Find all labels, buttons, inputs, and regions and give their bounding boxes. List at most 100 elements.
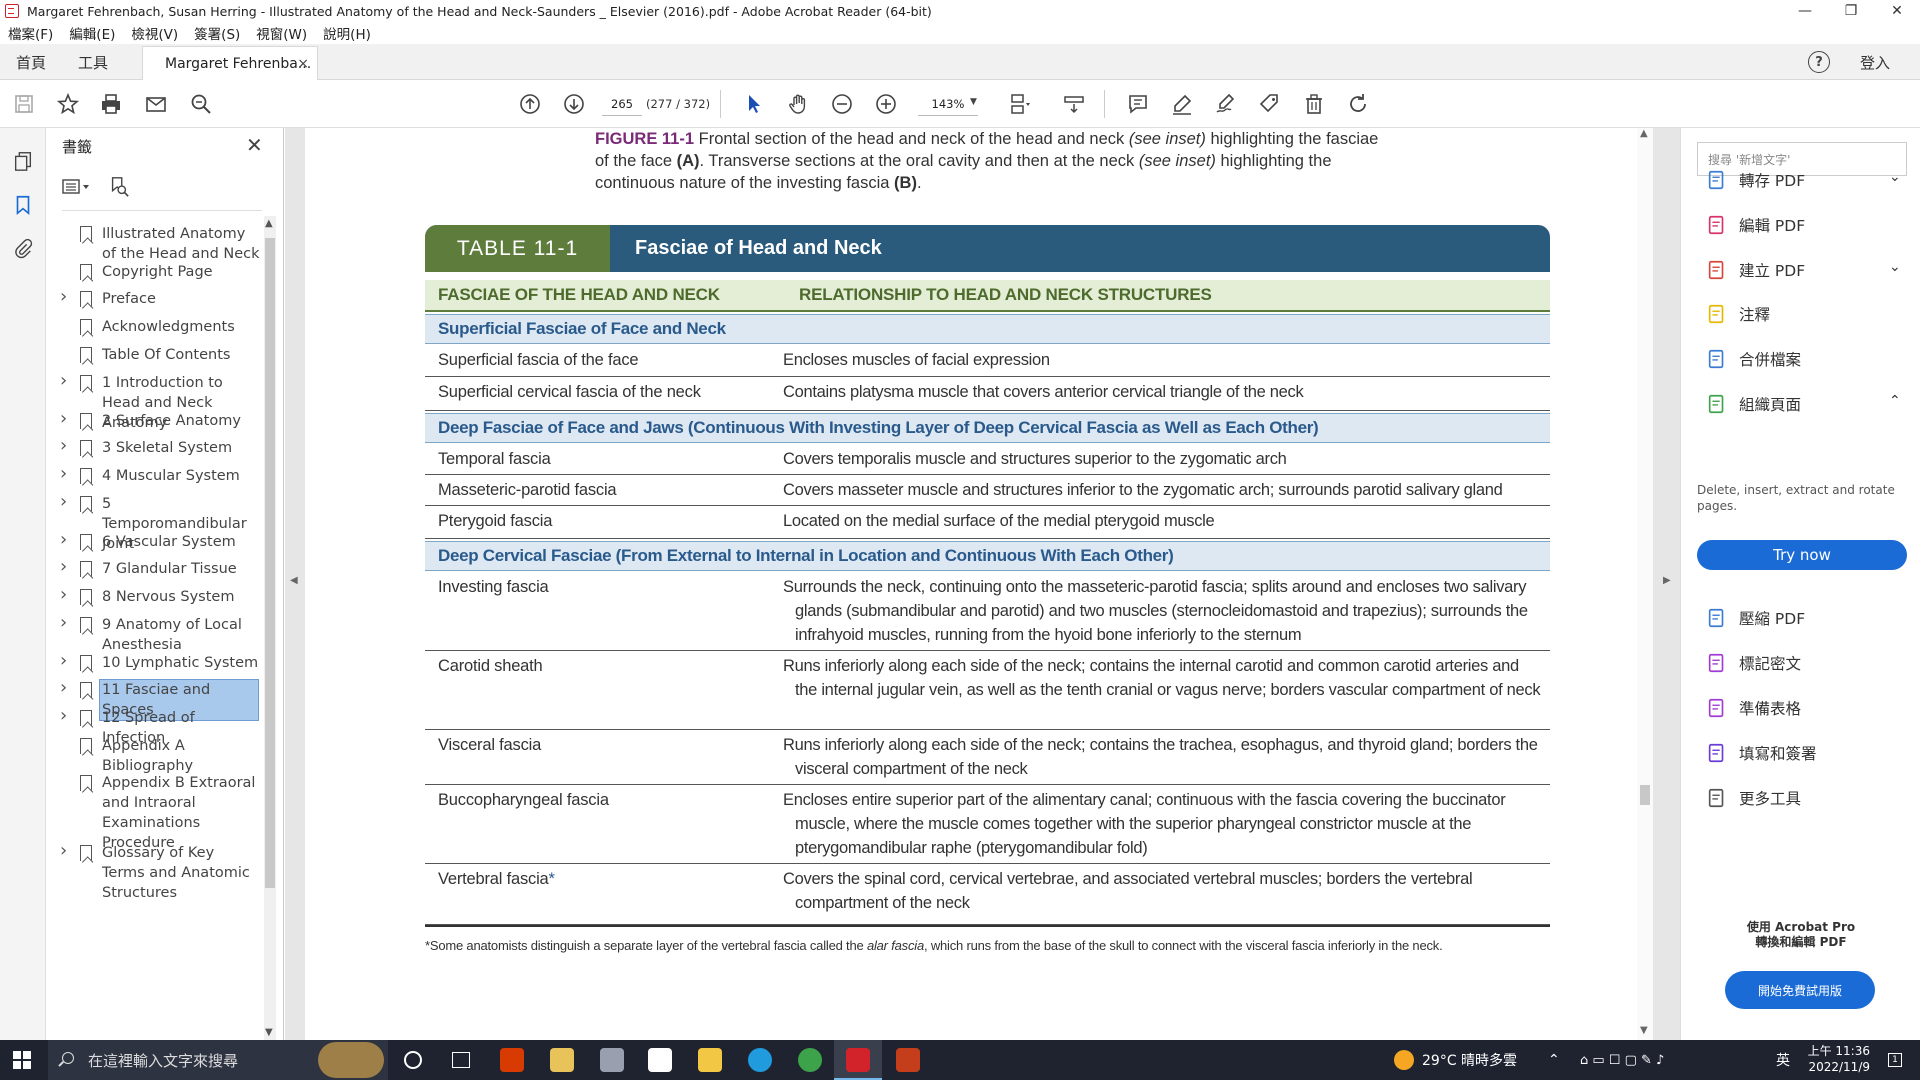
find-bookmark-icon[interactable] bbox=[108, 176, 130, 202]
tab-tools[interactable]: 工具 bbox=[78, 44, 108, 80]
tool-comment[interactable]: 注釋 bbox=[1705, 301, 1770, 327]
star-icon[interactable] bbox=[54, 90, 82, 118]
comment-icon[interactable] bbox=[1124, 90, 1152, 118]
page-number-input[interactable]: 265 bbox=[602, 92, 642, 116]
menu-help[interactable]: 說明(H) bbox=[323, 23, 371, 43]
chevron-right-icon[interactable]: › bbox=[60, 287, 70, 307]
rotate-icon[interactable] bbox=[1344, 90, 1372, 118]
menu-view[interactable]: 檢視(V) bbox=[131, 23, 178, 43]
bookmark-icon[interactable] bbox=[10, 192, 36, 218]
tab-home[interactable]: 首頁 bbox=[16, 44, 46, 80]
chevron-down-icon[interactable]: ⌄ bbox=[1889, 259, 1901, 275]
find-zoom-icon[interactable] bbox=[187, 90, 215, 118]
chevron-right-icon[interactable]: › bbox=[60, 613, 70, 633]
chevron-down-icon[interactable]: ▼ bbox=[970, 97, 977, 107]
menu-edit[interactable]: 編輯(E) bbox=[69, 23, 115, 43]
chevron-right-icon[interactable]: › bbox=[60, 585, 70, 605]
bookmark-options-icon[interactable] bbox=[62, 178, 92, 200]
tool-fill-sign[interactable]: 填寫和簽署 bbox=[1705, 740, 1817, 766]
acrobat-taskbar-icon[interactable] bbox=[846, 1048, 870, 1072]
tray-icons[interactable]: ⌂ ▭ ☐ ▢ ✎ ♪ bbox=[1580, 1040, 1664, 1080]
menu-window[interactable]: 視窗(W) bbox=[256, 23, 307, 43]
left-icon-rail bbox=[0, 128, 46, 1040]
close-panel-icon[interactable]: ✕ bbox=[246, 133, 263, 157]
chevron-up-icon[interactable]: ⌃ bbox=[1889, 393, 1901, 409]
hand-tool-icon[interactable] bbox=[784, 90, 812, 118]
collapse-left-panel-icon[interactable]: ◀ bbox=[290, 575, 298, 586]
next-page-icon[interactable] bbox=[560, 90, 588, 118]
collapse-right-panel-icon[interactable]: ▶ bbox=[1663, 575, 1671, 586]
files-app-icon[interactable] bbox=[550, 1048, 574, 1072]
tab-close-icon[interactable]: × bbox=[297, 56, 309, 72]
tool-create-pdf[interactable]: 建立 PDF bbox=[1705, 257, 1805, 283]
weather-widget[interactable]: 29°C 晴時多雲 bbox=[1394, 1040, 1517, 1080]
zoom-in-icon[interactable] bbox=[872, 90, 900, 118]
menu-file[interactable]: 檔案(F) bbox=[8, 23, 53, 43]
notification-icon[interactable]: 1 bbox=[1888, 1040, 1902, 1080]
signin-link[interactable]: 登入 bbox=[1860, 44, 1890, 80]
pages-thumbnail-icon[interactable] bbox=[10, 148, 36, 174]
try-now-button[interactable]: Try now bbox=[1697, 540, 1907, 570]
previous-page-icon[interactable] bbox=[516, 90, 544, 118]
zoom-out-icon[interactable] bbox=[828, 90, 856, 118]
chevron-right-icon[interactable]: › bbox=[60, 371, 70, 391]
chrome-icon[interactable] bbox=[798, 1048, 822, 1072]
tab-document[interactable]: Margaret Fehrenba... × bbox=[142, 46, 318, 80]
page-display-icon[interactable] bbox=[1006, 90, 1034, 118]
file-explorer-icon[interactable] bbox=[698, 1048, 722, 1072]
chevron-up-icon[interactable]: ⌃ bbox=[1548, 1040, 1560, 1080]
minimize-button[interactable]: — bbox=[1782, 0, 1828, 22]
chevron-right-icon[interactable]: › bbox=[60, 651, 70, 671]
chevron-right-icon[interactable]: › bbox=[60, 706, 70, 726]
zoom-level-select[interactable]: 143% bbox=[918, 92, 978, 116]
tool-export-pdf[interactable]: 轉存 PDF bbox=[1705, 167, 1805, 193]
tool-redact[interactable]: 標記密文 bbox=[1705, 650, 1801, 676]
save-icon[interactable] bbox=[10, 90, 38, 118]
chevron-right-icon[interactable]: › bbox=[60, 678, 70, 698]
print-icon[interactable] bbox=[97, 90, 125, 118]
chevron-right-icon[interactable]: › bbox=[60, 409, 70, 429]
chevron-right-icon[interactable]: › bbox=[60, 464, 70, 484]
close-window-button[interactable]: ✕ bbox=[1874, 0, 1920, 22]
cortana-icon[interactable] bbox=[404, 1051, 422, 1069]
bookmark-flag-icon bbox=[80, 845, 92, 861]
chevron-down-icon[interactable]: ⌄ bbox=[1889, 169, 1901, 185]
chevron-right-icon[interactable]: › bbox=[60, 530, 70, 550]
free-trial-button[interactable]: 開始免費試用版 bbox=[1725, 971, 1875, 1009]
taskbar-search-input[interactable]: 在這裡輸入文字來搜尋 bbox=[48, 1040, 388, 1080]
help-icon[interactable]: ? bbox=[1808, 51, 1830, 73]
bookmark-flag-icon bbox=[80, 468, 92, 484]
chevron-right-icon[interactable]: › bbox=[60, 557, 70, 577]
bookmark-scrollbar[interactable]: ▲ ▼ bbox=[264, 216, 276, 1040]
tool-combine-files[interactable]: 合併檔案 bbox=[1705, 346, 1801, 372]
stamp-tag-icon[interactable] bbox=[1256, 90, 1284, 118]
select-cursor-icon[interactable] bbox=[740, 90, 768, 118]
document-scrollbar[interactable]: ▲ ▼ bbox=[1637, 128, 1653, 1040]
attachment-icon[interactable] bbox=[10, 236, 36, 262]
taskbar-clock[interactable]: 上午 11:36 2022/11/9 bbox=[1800, 1043, 1870, 1075]
tool-compress-pdf[interactable]: 壓縮 PDF bbox=[1705, 605, 1805, 631]
tool-more-tools[interactable]: 更多工具 bbox=[1705, 785, 1801, 811]
tool-organize-pages[interactable]: 組織頁面 bbox=[1705, 391, 1801, 417]
tool-edit-pdf[interactable]: 編輯 PDF bbox=[1705, 212, 1805, 238]
sign-icon[interactable] bbox=[1212, 90, 1240, 118]
app-icon[interactable] bbox=[600, 1048, 624, 1072]
powerpoint-icon[interactable] bbox=[896, 1048, 920, 1072]
chevron-right-icon[interactable]: › bbox=[60, 492, 70, 512]
menu-sign[interactable]: 簽署(S) bbox=[194, 23, 240, 43]
delete-icon[interactable] bbox=[1300, 90, 1328, 118]
maximize-button[interactable]: ❐ bbox=[1828, 0, 1874, 22]
office-icon[interactable] bbox=[500, 1048, 524, 1072]
task-view-icon[interactable] bbox=[452, 1052, 470, 1068]
chevron-right-icon[interactable]: › bbox=[60, 436, 70, 456]
tool-prepare-form[interactable]: 準備表格 bbox=[1705, 695, 1801, 721]
edge-icon[interactable] bbox=[748, 1048, 772, 1072]
store-icon[interactable] bbox=[648, 1048, 672, 1072]
email-icon[interactable] bbox=[142, 90, 170, 118]
table-title: Fasciae of Head and Neck bbox=[635, 237, 882, 259]
scroll-mode-icon[interactable] bbox=[1060, 90, 1088, 118]
ime-indicator[interactable]: 英 bbox=[1776, 1040, 1790, 1080]
highlight-pen-icon[interactable] bbox=[1168, 90, 1196, 118]
windows-start-icon[interactable] bbox=[13, 1051, 31, 1069]
chevron-right-icon[interactable]: › bbox=[60, 841, 70, 861]
